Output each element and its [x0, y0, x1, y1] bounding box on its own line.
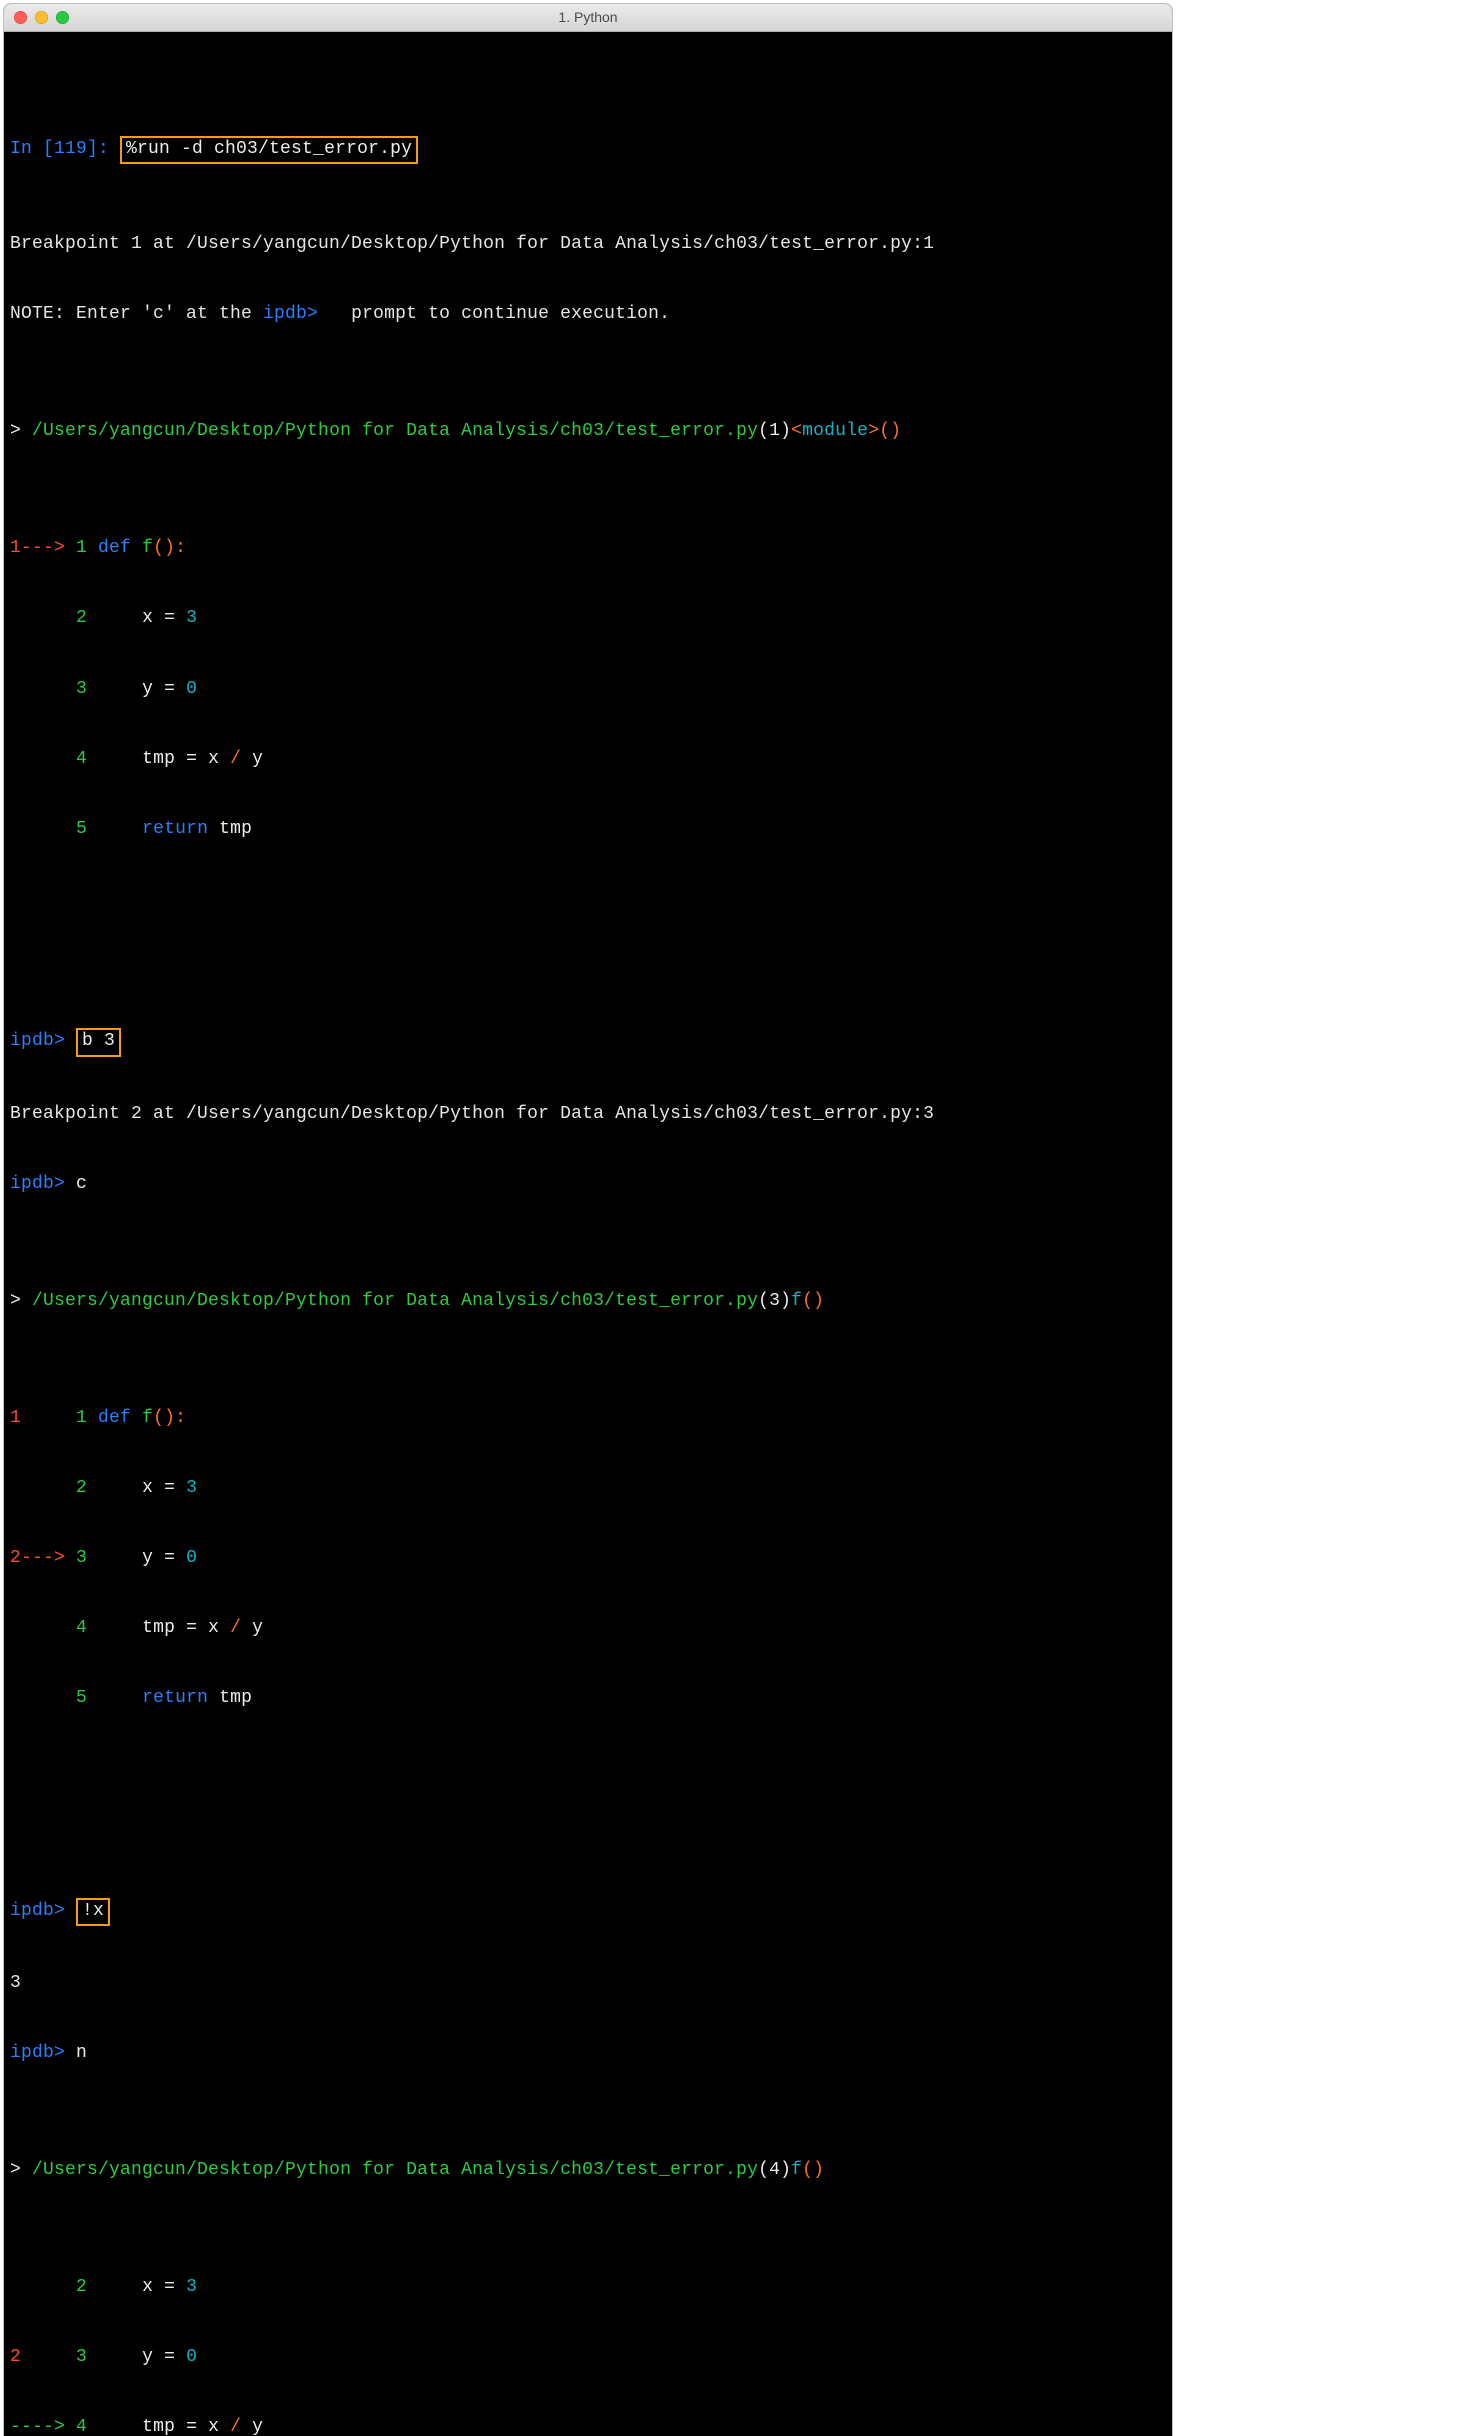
code-line: 2---> 3 y = 0 — [10, 1547, 1166, 1570]
ipdb-prompt-line: ipdb> b 3 — [10, 1028, 1166, 1055]
code-line: ----> 4 tmp = x / y — [10, 2416, 1166, 2436]
terminal-body[interactable]: In [119]: %run -d ch03/test_error.py Bre… — [4, 32, 1172, 2436]
code-line: 1 1 def f(): — [10, 1407, 1166, 1430]
output-line: 3 — [10, 1972, 1166, 1995]
code-line: 2 3 y = 0 — [10, 2346, 1166, 2369]
window-title: 1. Python — [4, 8, 1172, 26]
ipdb-prompt-line: ipdb> n — [10, 2042, 1166, 2065]
ipython-prompt-line: In [119]: %run -d ch03/test_error.py — [10, 136, 1166, 163]
highlight-box: !x — [76, 1898, 110, 1926]
ipdb-prompt-line: ipdb> !x — [10, 1898, 1166, 1925]
breakpoint-2-line: Breakpoint 2 at /Users/yangcun/Desktop/P… — [10, 1103, 1166, 1126]
terminal-window: 1. Python In [119]: %run -d ch03/test_er… — [4, 4, 1172, 2436]
blank-line — [10, 911, 1166, 934]
code-line: 1---> 1 def f(): — [10, 537, 1166, 560]
run-command: %run -d ch03/test_error.py — [126, 139, 412, 159]
ipython-in-label: In — [10, 139, 43, 159]
trace-line-4: > /Users/yangcun/Desktop/Python for Data… — [10, 2159, 1166, 2182]
trace-line-3: > /Users/yangcun/Desktop/Python for Data… — [10, 1290, 1166, 1313]
highlight-box: b 3 — [76, 1028, 121, 1056]
code-line: 3 y = 0 — [10, 678, 1166, 701]
ipython-in-num: [119]: — [43, 139, 120, 159]
code-line: 4 tmp = x / y — [10, 1617, 1166, 1640]
highlight-box: %run -d ch03/test_error.py — [120, 136, 418, 164]
note-line: NOTE: Enter 'c' at the ipdb> prompt to c… — [10, 303, 1166, 326]
code-line: 5 return tmp — [10, 1687, 1166, 1710]
code-line: 2 x = 3 — [10, 1477, 1166, 1500]
ipdb-prompt-line: ipdb> c — [10, 1173, 1166, 1196]
code-line: 4 tmp = x / y — [10, 748, 1166, 771]
trace-line-1: > /Users/yangcun/Desktop/Python for Data… — [10, 420, 1166, 443]
titlebar: 1. Python — [4, 4, 1172, 32]
code-line: 2 x = 3 — [10, 607, 1166, 630]
blank-line — [10, 1781, 1166, 1804]
code-line: 2 x = 3 — [10, 2276, 1166, 2299]
code-line: 5 return tmp — [10, 818, 1166, 841]
breakpoint-1-line: Breakpoint 1 at /Users/yangcun/Desktop/P… — [10, 233, 1166, 256]
